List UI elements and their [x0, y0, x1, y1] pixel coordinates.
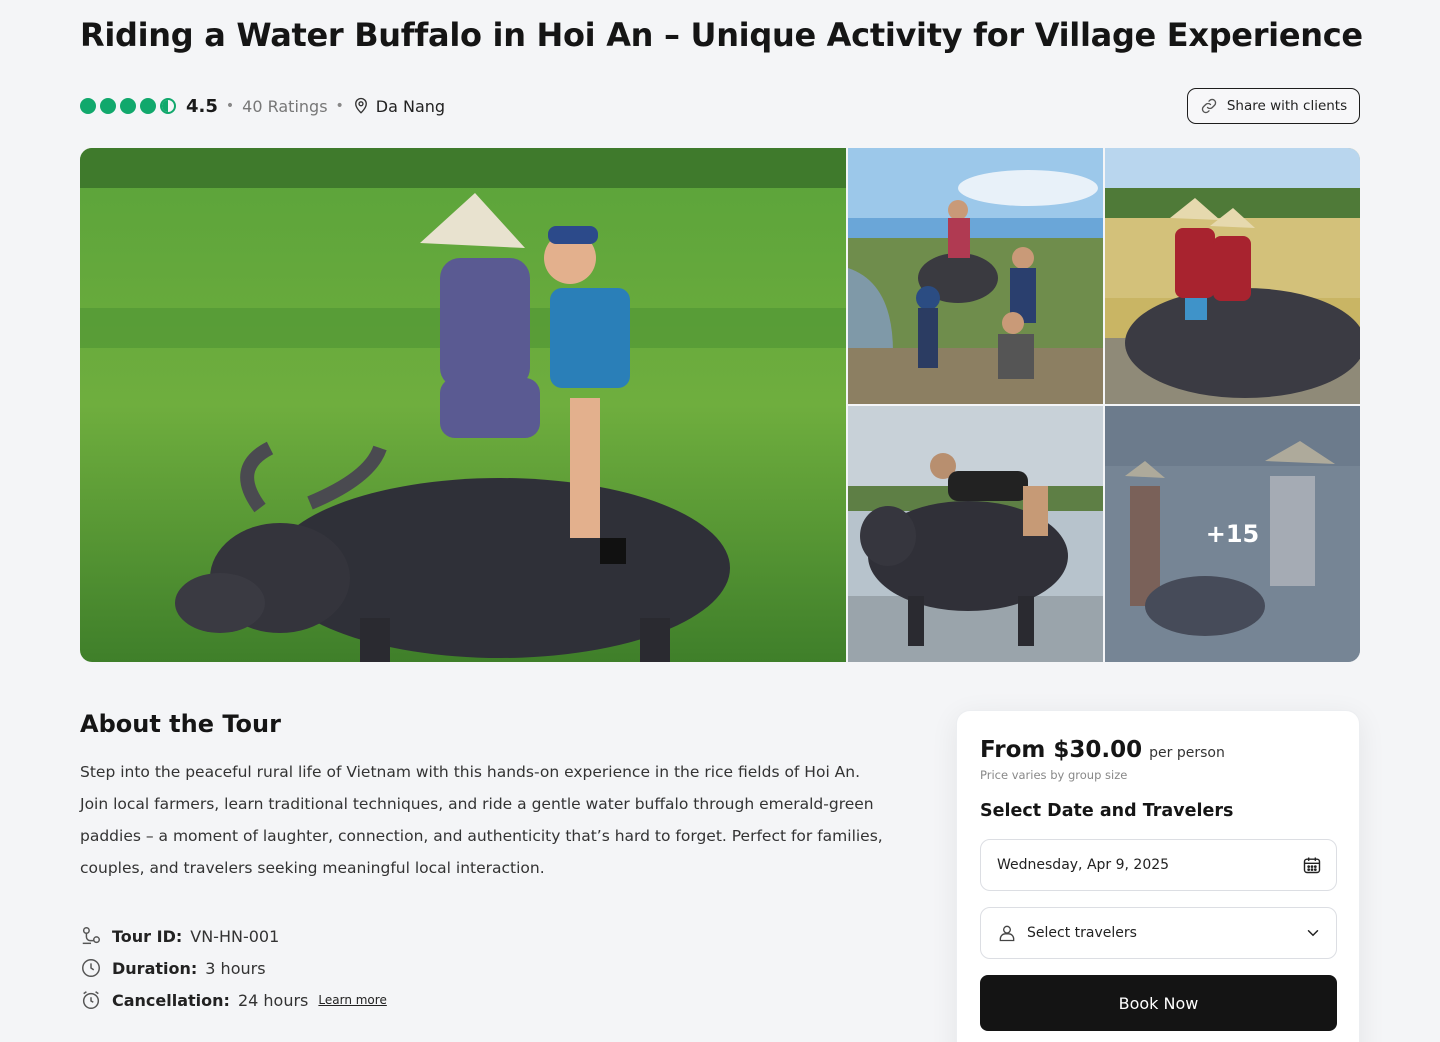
- rating-dot-icon: [80, 98, 96, 114]
- share-label: Share with clients: [1226, 98, 1348, 114]
- book-now-button[interactable]: Book Now: [980, 975, 1337, 1031]
- travelers-select[interactable]: Select travelers: [980, 907, 1337, 959]
- rating-dot-icon: [100, 98, 116, 114]
- price-row: From $30.00 per person: [980, 737, 1225, 763]
- rating-value: 4.5: [186, 95, 218, 117]
- separator: •: [335, 98, 344, 114]
- map-pin-icon: [352, 97, 370, 115]
- rating-half-dot-icon: [160, 98, 176, 114]
- booking-card: From $30.00 per person Price varies by g…: [956, 710, 1360, 1042]
- clock-icon: [80, 957, 102, 979]
- duration-row: Duration: 3 hours: [80, 952, 387, 984]
- per-person-label: per person: [1149, 745, 1225, 761]
- learn-more-link[interactable]: Learn more: [318, 993, 386, 1007]
- calendar-icon[interactable]: [1302, 855, 1322, 875]
- photo-2[interactable]: [848, 148, 1103, 404]
- more-photos-count[interactable]: +15: [1105, 406, 1360, 662]
- photo-5-more[interactable]: +15: [1105, 406, 1360, 662]
- main-photo[interactable]: [80, 148, 846, 662]
- cancellation-value: 24 hours: [237, 990, 309, 1010]
- photo-3[interactable]: [1105, 148, 1360, 404]
- duration-value: 3 hours: [205, 958, 266, 978]
- share-with-clients-button[interactable]: Share with clients: [1187, 88, 1360, 124]
- rating-stars: [80, 98, 176, 114]
- cancellation-row: Cancellation: 24 hours Learn more: [80, 984, 387, 1016]
- separator: •: [225, 98, 235, 114]
- photo-4[interactable]: [848, 406, 1103, 662]
- travelers-placeholder: Select travelers: [1027, 925, 1137, 941]
- alarm-clock-icon: [80, 989, 102, 1011]
- date-picker-field[interactable]: Wednesday, Apr 9, 2025: [980, 839, 1337, 891]
- tour-id-row: Tour ID: VN-HN-001: [80, 920, 387, 952]
- tour-id-value: VN-HN-001: [190, 926, 280, 946]
- ratings-count[interactable]: 40 Ratings: [242, 97, 327, 116]
- photo-gallery: +15: [80, 148, 1360, 662]
- tour-id-label: Tour ID:: [112, 926, 183, 946]
- location-label: Da Nang: [375, 96, 446, 116]
- about-description: Step into the peaceful rural life of Vie…: [80, 763, 883, 877]
- rating-dot-icon: [140, 98, 156, 114]
- select-date-heading: Select Date and Travelers: [980, 801, 1234, 821]
- route-icon: [80, 925, 102, 947]
- tour-facts: Tour ID: VN-HN-001 Duration: 3 hours Can…: [80, 920, 387, 1016]
- chevron-down-icon: [1304, 924, 1322, 942]
- about-heading: About the Tour: [80, 710, 281, 738]
- cancellation-label: Cancellation:: [112, 990, 230, 1010]
- date-value: Wednesday, Apr 9, 2025: [997, 857, 1170, 873]
- page-title: Riding a Water Buffalo in Hoi An – Uniqu…: [80, 16, 1363, 54]
- price-note: Price varies by group size: [980, 768, 1128, 782]
- price: From $30.00: [980, 737, 1143, 763]
- duration-label: Duration:: [112, 958, 198, 978]
- link-icon: [1200, 97, 1218, 115]
- rating-meta-row: 4.5 • 40 Ratings • Da Nang: [80, 92, 445, 120]
- rating-dot-icon: [120, 98, 136, 114]
- user-icon: [997, 923, 1017, 943]
